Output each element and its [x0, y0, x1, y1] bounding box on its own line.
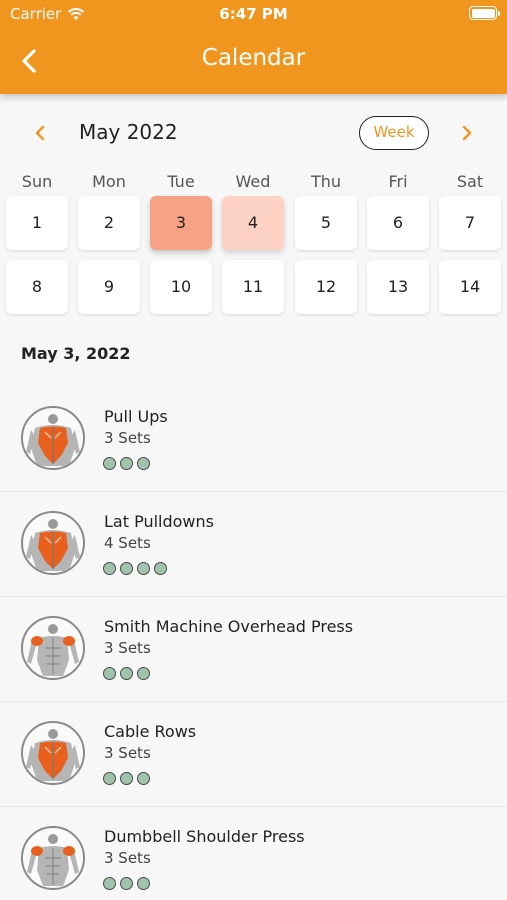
weekday-label: Wed [235, 172, 271, 191]
calendar-day[interactable]: 1 [6, 196, 68, 250]
set-dot [137, 667, 150, 680]
set-dot [120, 562, 133, 575]
next-month-chevron-icon[interactable] [457, 122, 477, 144]
set-indicators [103, 877, 154, 890]
calendar-day[interactable]: 10 [150, 260, 212, 314]
nav-header: Carrier 6:47 PM Calendar [0, 0, 507, 94]
calendar-day[interactable]: 12 [295, 260, 357, 314]
month-navigation: May 2022 Week [0, 112, 507, 154]
set-dot [120, 877, 133, 890]
status-time: 6:47 PM [219, 5, 288, 23]
set-dot [154, 562, 167, 575]
exercise-row[interactable]: Pull Ups 3 Sets [0, 387, 507, 492]
exercise-sets: 4 Sets [104, 534, 151, 552]
calendar-day[interactable]: 7 [439, 196, 501, 250]
calendar-day[interactable]: 6 [367, 196, 429, 250]
weekday-label: Fri [388, 172, 408, 191]
page-title: Calendar [201, 45, 306, 71]
calendar-day-selected[interactable]: 3 [150, 196, 212, 250]
exercise-row[interactable]: Cable Rows 3 Sets [0, 702, 507, 807]
status-bar: Carrier 6:47 PM [0, 0, 507, 30]
exercise-sets: 3 Sets [104, 639, 151, 657]
calendar-day-highlighted[interactable]: 4 [222, 196, 284, 250]
set-dot [103, 562, 116, 575]
exercise-sets: 3 Sets [104, 744, 151, 762]
calendar-day[interactable]: 9 [78, 260, 140, 314]
exercise-row[interactable]: Lat Pulldowns 4 Sets [0, 492, 507, 597]
set-dot [137, 772, 150, 785]
weekday-label: Mon [92, 172, 126, 191]
set-dot [103, 457, 116, 470]
calendar-day[interactable]: 2 [78, 196, 140, 250]
exercise-name: Smith Machine Overhead Press [104, 617, 354, 636]
calendar-day[interactable]: 11 [222, 260, 284, 314]
calendar-day[interactable]: 13 [367, 260, 429, 314]
set-indicators [103, 667, 154, 680]
set-dot [120, 667, 133, 680]
shoulder-muscle-icon [21, 826, 85, 890]
calendar-day[interactable]: 8 [6, 260, 68, 314]
set-dot [103, 667, 116, 680]
set-dot [137, 457, 150, 470]
set-dot [137, 562, 150, 575]
exercise-name: Cable Rows [104, 722, 197, 741]
shoulder-muscle-icon [21, 616, 85, 680]
back-muscle-icon [21, 511, 85, 575]
weekday-label: Tue [167, 172, 195, 191]
calendar-day[interactable]: 14 [439, 260, 501, 314]
back-muscle-icon [21, 721, 85, 785]
month-label: May 2022 [79, 120, 178, 144]
back-muscle-icon [21, 406, 85, 470]
exercise-name: Dumbbell Shoulder Press [104, 827, 305, 846]
set-dot [103, 772, 116, 785]
exercise-sets: 3 Sets [104, 429, 151, 447]
exercise-row[interactable]: Dumbbell Shoulder Press 3 Sets [0, 807, 507, 900]
set-indicators [103, 562, 171, 575]
exercise-sets: 3 Sets [104, 849, 151, 867]
battery-icon [469, 6, 500, 20]
previous-month-chevron-icon[interactable] [30, 122, 50, 144]
weekday-label: Thu [310, 172, 342, 191]
weekday-label: Sat [456, 172, 484, 191]
set-dot [137, 877, 150, 890]
week-view-toggle-button[interactable]: Week [359, 116, 429, 150]
selected-date-heading: May 3, 2022 [21, 344, 131, 363]
calendar-day[interactable]: 5 [295, 196, 357, 250]
weekday-header: Sun Mon Tue Wed Thu Fri Sat [0, 172, 507, 194]
set-indicators [103, 772, 154, 785]
set-dot [120, 457, 133, 470]
exercise-row[interactable]: Smith Machine Overhead Press 3 Sets [0, 597, 507, 702]
set-dot [103, 877, 116, 890]
weekday-label: Sun [21, 172, 53, 191]
set-dot [120, 772, 133, 785]
set-indicators [103, 457, 154, 470]
exercise-name: Pull Ups [104, 407, 168, 426]
exercise-name: Lat Pulldowns [104, 512, 214, 531]
